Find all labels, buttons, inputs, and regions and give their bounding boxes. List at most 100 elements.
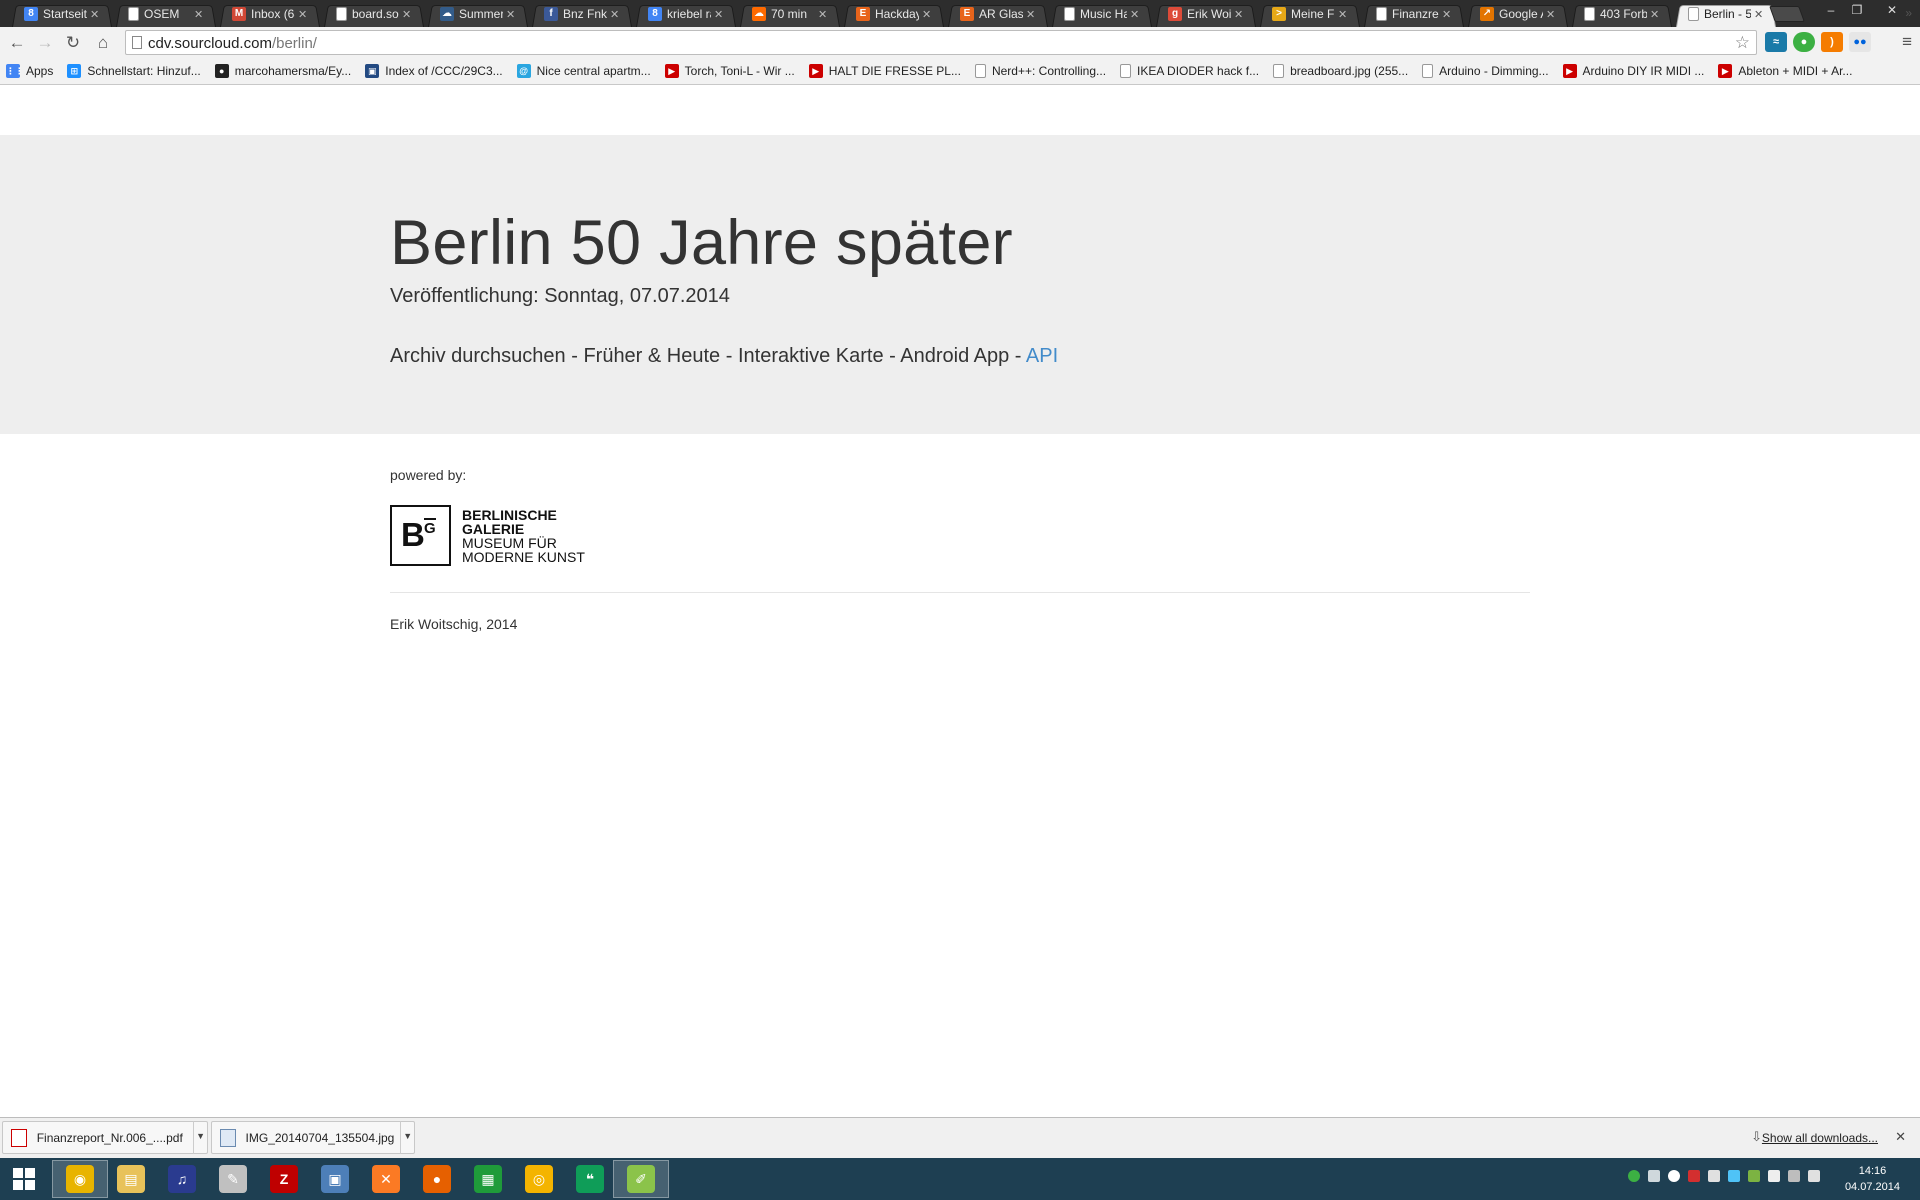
tray-dropbox-icon[interactable] <box>1728 1170 1740 1182</box>
tab-close-icon[interactable]: ✕ <box>1754 8 1764 21</box>
bookmark-item[interactable]: @ Nice central apartm... <box>516 64 651 78</box>
tray-cloud-icon[interactable] <box>1668 1170 1680 1182</box>
bookmark-item[interactable]: ▶ HALT DIE FRESSE PL... <box>808 64 961 78</box>
taskbar-app-button[interactable]: ▣ <box>307 1160 363 1198</box>
url-text[interactable]: cdv.sourcloud.com/berlin/ <box>148 35 317 52</box>
back-arrow-icon[interactable]: ← <box>6 32 28 54</box>
new-tab-button[interactable] <box>1769 6 1805 22</box>
browser-tab[interactable]: OSEM ✕ <box>114 1 218 27</box>
nav-link-then-now[interactable]: Früher & Heute <box>583 345 720 367</box>
tab-close-icon[interactable]: ✕ <box>1650 8 1660 21</box>
extension-wave-icon[interactable]: ≈ <box>1765 32 1787 52</box>
taskbar-app-button[interactable]: ✎ <box>205 1160 261 1198</box>
tray-shield-icon[interactable] <box>1748 1170 1760 1182</box>
browser-tab[interactable]: Berlin - 5 ✕ <box>1674 1 1778 27</box>
extension-flickr-icon[interactable]: ●● <box>1849 32 1871 52</box>
nav-link-map[interactable]: Interaktive Karte <box>738 345 884 367</box>
close-shelf-icon[interactable]: ✕ <box>1895 1129 1906 1145</box>
tray-notification-icon[interactable] <box>1708 1170 1720 1182</box>
browser-tab[interactable]: 403 Forbi ✕ <box>1570 1 1674 27</box>
show-all-downloads-link[interactable]: Show all downloads... <box>1762 1131 1878 1145</box>
taskbar-app-button[interactable]: ▤ <box>103 1160 159 1198</box>
tray-monitor-icon[interactable] <box>1788 1170 1800 1182</box>
bookmark-item[interactable]: breadboard.jpg (255... <box>1273 64 1408 78</box>
tab-close-icon[interactable]: ✕ <box>610 8 620 21</box>
tab-close-icon[interactable]: ✕ <box>90 8 100 21</box>
browser-menu-icon[interactable]: ≡ <box>1902 32 1912 52</box>
bookmark-item[interactable]: Nerd++: Controlling... <box>974 64 1106 78</box>
tab-close-icon[interactable]: ✕ <box>1546 8 1556 21</box>
tab-close-icon[interactable]: ✕ <box>1442 8 1452 21</box>
download-item[interactable]: Finanzreport_Nr.006_....pdf ▼ <box>2 1121 208 1154</box>
bookmark-item[interactable]: ⊞ Schnellstart: Hinzuf... <box>67 64 201 78</box>
taskbar-app-button[interactable]: ♫ <box>154 1160 210 1198</box>
bookmark-star-icon[interactable]: ☆ <box>1735 33 1750 53</box>
taskbar-app-button[interactable]: Z <box>256 1160 312 1198</box>
forward-arrow-icon[interactable]: → <box>34 32 56 54</box>
tab-close-icon[interactable]: ✕ <box>298 8 308 21</box>
taskbar-app-button[interactable]: ◎ <box>511 1160 567 1198</box>
nav-link-archive[interactable]: Archiv durchsuchen <box>390 345 566 367</box>
browser-tab[interactable]: f Bnz Fnk ✕ <box>530 1 634 27</box>
start-button[interactable] <box>0 1158 48 1200</box>
bookmarks-overflow-button[interactable]: » <box>1905 6 1912 20</box>
browser-tab[interactable]: E AR Glass✕ <box>946 1 1050 27</box>
taskbar-app-button[interactable]: ✕ <box>358 1160 414 1198</box>
download-menu-arrow-icon[interactable]: ▼ <box>400 1121 414 1154</box>
address-bar[interactable]: cdv.sourcloud.com/berlin/ ☆ <box>125 30 1757 55</box>
bookmark-item[interactable]: ▶ Arduino DIY IR MIDI ... <box>1562 64 1704 78</box>
bookmark-item[interactable]: IKEA DIODER hack f... <box>1120 64 1259 78</box>
bookmark-item[interactable]: Arduino - Dimming... <box>1422 64 1549 78</box>
tab-close-icon[interactable]: ✕ <box>818 8 828 21</box>
tray-network-icon[interactable] <box>1648 1170 1660 1182</box>
youtube-icon: ▶ <box>808 64 823 78</box>
bookmark-item[interactable]: ● marcohamersma/Ey... <box>214 64 351 78</box>
tab-close-icon[interactable]: ✕ <box>194 8 204 21</box>
taskbar-clock[interactable]: 14:16 04.07.2014 <box>1845 1163 1900 1195</box>
tab-close-icon[interactable]: ✕ <box>922 8 932 21</box>
extension-rss-icon[interactable]: ) <box>1821 32 1843 52</box>
browser-tab[interactable]: E Hackday ✕ <box>842 1 946 27</box>
browser-tab[interactable]: g Erik Woit ✕ <box>1154 1 1258 27</box>
tab-close-icon[interactable]: ✕ <box>506 8 516 21</box>
download-menu-arrow-icon[interactable]: ▼ <box>193 1121 207 1154</box>
taskbar-app-button[interactable]: ◉ <box>52 1160 108 1198</box>
tray-status-icon[interactable] <box>1628 1170 1640 1182</box>
taskbar-app-button[interactable]: ▦ <box>460 1160 516 1198</box>
nav-link-api[interactable]: API <box>1026 345 1058 367</box>
browser-tab[interactable]: M Inbox (68✕ <box>218 1 322 27</box>
taskbar-app-button[interactable]: ✐ <box>613 1160 669 1198</box>
browser-tab[interactable]: Finanzrep✕ <box>1362 1 1466 27</box>
browser-tab[interactable]: > Meine Fi ✕ <box>1258 1 1362 27</box>
tray-volume-icon[interactable] <box>1808 1170 1820 1182</box>
extension-evernote-icon[interactable]: ● <box>1793 32 1815 52</box>
tab-close-icon[interactable]: ✕ <box>1234 8 1244 21</box>
tab-close-icon[interactable]: ✕ <box>714 8 724 21</box>
tab-close-icon[interactable]: ✕ <box>402 8 412 21</box>
tray-acrobat-icon[interactable] <box>1688 1170 1700 1182</box>
browser-tab[interactable]: ↗ Google A✕ <box>1466 1 1570 27</box>
browser-tab[interactable]: ☁ 70 min ✕ <box>738 1 842 27</box>
taskbar-app-button[interactable]: ❝ <box>562 1160 618 1198</box>
browser-tab[interactable]: 8 Startseite✕ <box>10 1 114 27</box>
restore-button[interactable]: ❐ <box>1844 0 1870 20</box>
tab-close-icon[interactable]: ✕ <box>1338 8 1348 21</box>
tab-close-icon[interactable]: ✕ <box>1026 8 1036 21</box>
nav-link-android[interactable]: Android App <box>900 345 1009 367</box>
bookmark-item[interactable]: ▣ Index of /CCC/29C3... <box>365 64 503 78</box>
minimize-button[interactable]: – <box>1818 0 1844 20</box>
berlinische-galerie-logo[interactable]: B G BERLINISCHE GALERIE MUSEUM FÜR MODER… <box>390 505 585 566</box>
bookmark-item[interactable]: ⋮⋮ Apps <box>6 64 53 78</box>
browser-tab[interactable]: 8 kriebel ra✕ <box>634 1 738 27</box>
download-item[interactable]: IMG_20140704_135504.jpg ▼ <box>211 1121 415 1154</box>
browser-tab[interactable]: board.so ✕ <box>322 1 426 27</box>
reload-icon[interactable]: ↻ <box>62 32 84 54</box>
tab-close-icon[interactable]: ✕ <box>1130 8 1140 21</box>
tray-flag-icon[interactable] <box>1768 1170 1780 1182</box>
bookmark-item[interactable]: ▶ Torch, Toni-L - Wir ... <box>664 64 795 78</box>
taskbar-app-button[interactable]: ● <box>409 1160 465 1198</box>
browser-tab[interactable]: ☁ Summer ✕ <box>426 1 530 27</box>
browser-tab[interactable]: Music Ha ✕ <box>1050 1 1154 27</box>
bookmark-item[interactable]: ▶ Ableton + MIDI + Ar... <box>1718 64 1852 78</box>
home-icon[interactable]: ⌂ <box>92 32 114 54</box>
